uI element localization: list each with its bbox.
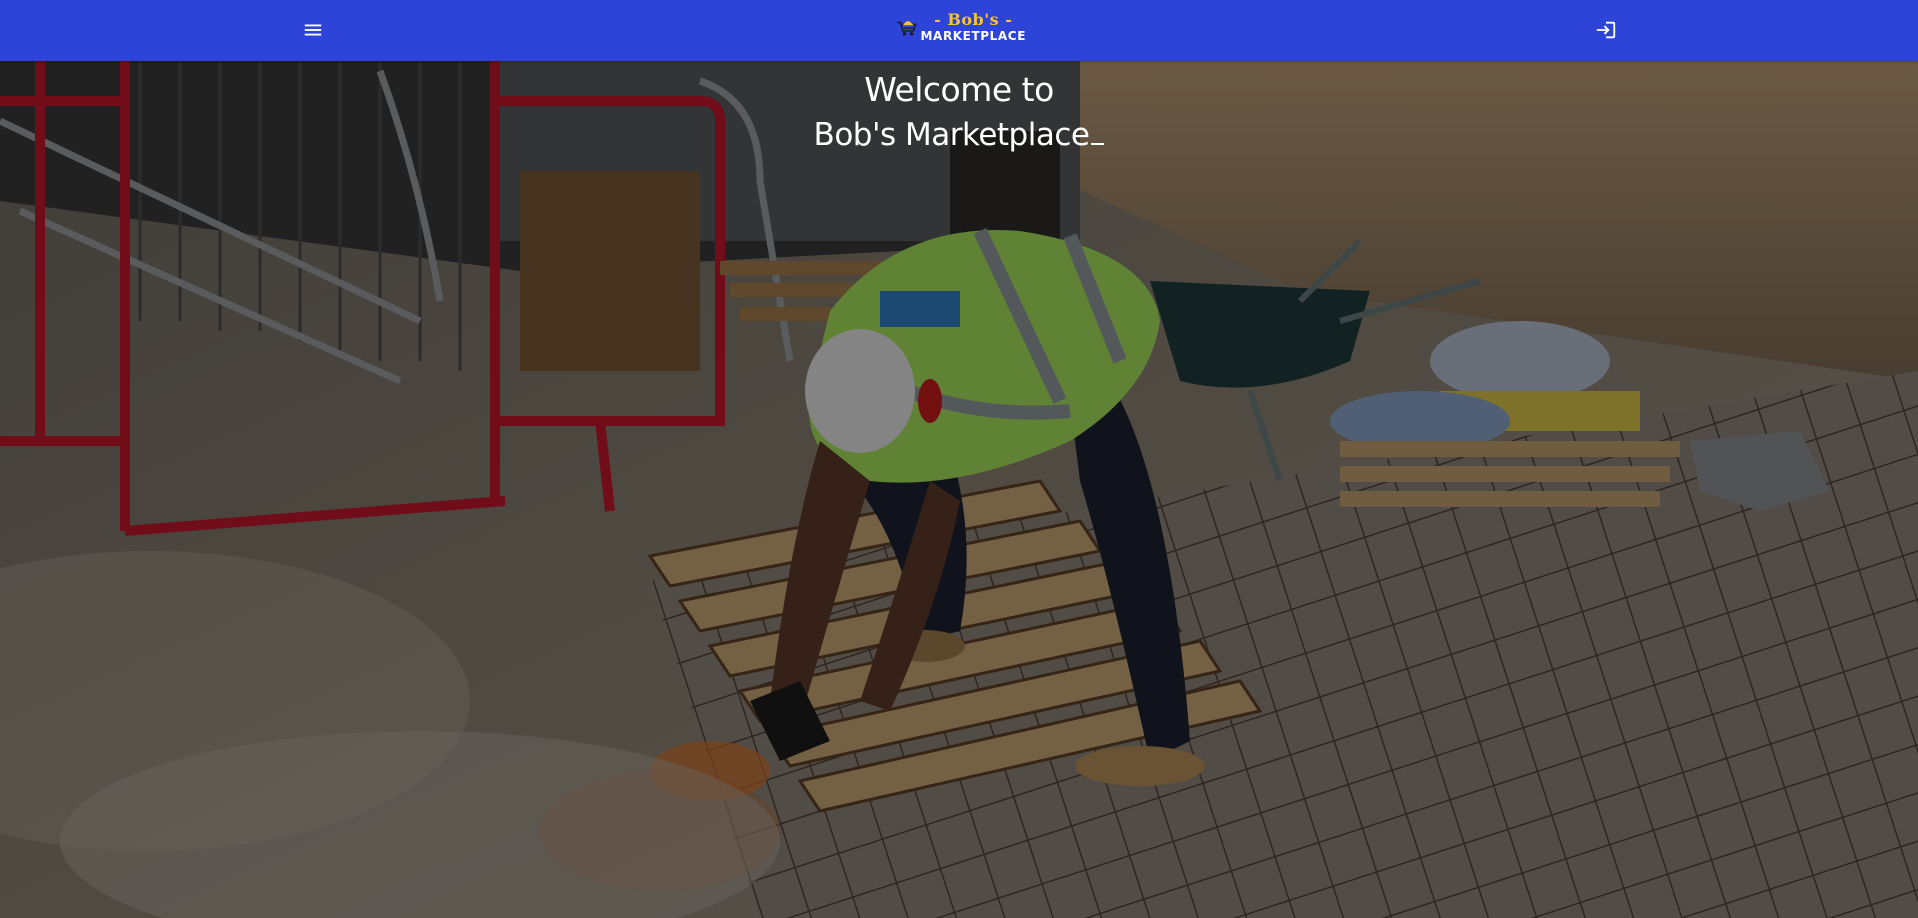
shopping-cart-icon [897,21,917,36]
login-icon [1596,21,1616,39]
brand-name-line1: - Bob's - [934,10,1013,29]
login-button[interactable] [1592,16,1620,44]
welcome-title: Welcome to [864,70,1054,109]
hero-dark-overlay [0,61,1918,918]
menu-icon [304,24,322,36]
hero-heading: Welcome to Bob's Marketplace [0,69,1918,157]
menu-button[interactable] [299,16,327,44]
top-navigation-bar: - Bob's - MARKETPLACE [0,0,1918,61]
marketplace-title-text: Bob's Marketplace [813,117,1090,153]
hero-section: Welcome to Bob's Marketplace [0,61,1918,918]
brand-name: - Bob's - MARKETPLACE [920,10,1026,43]
brand-name-line2: MARKETPLACE [920,29,1026,43]
marketplace-title: Bob's Marketplace [0,113,1918,157]
brand-logo[interactable]: - Bob's - MARKETPLACE [896,7,1026,47]
typing-cursor [1091,143,1105,145]
app-root: - Bob's - MARKETPLACE Welcome to Bob's M… [0,0,1918,918]
